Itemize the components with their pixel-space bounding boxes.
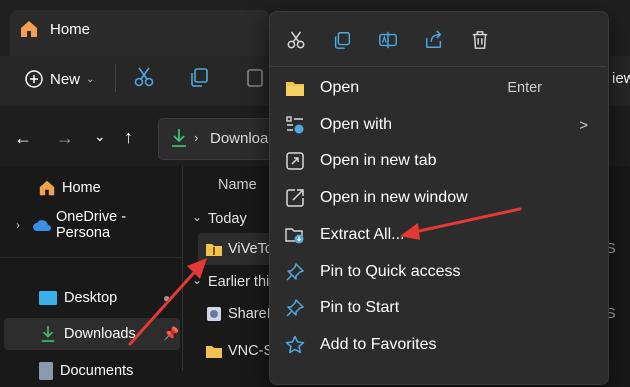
arrow-to-extract-all <box>400 207 522 240</box>
annotation-arrows <box>128 207 522 346</box>
arrow-to-file <box>128 258 207 346</box>
